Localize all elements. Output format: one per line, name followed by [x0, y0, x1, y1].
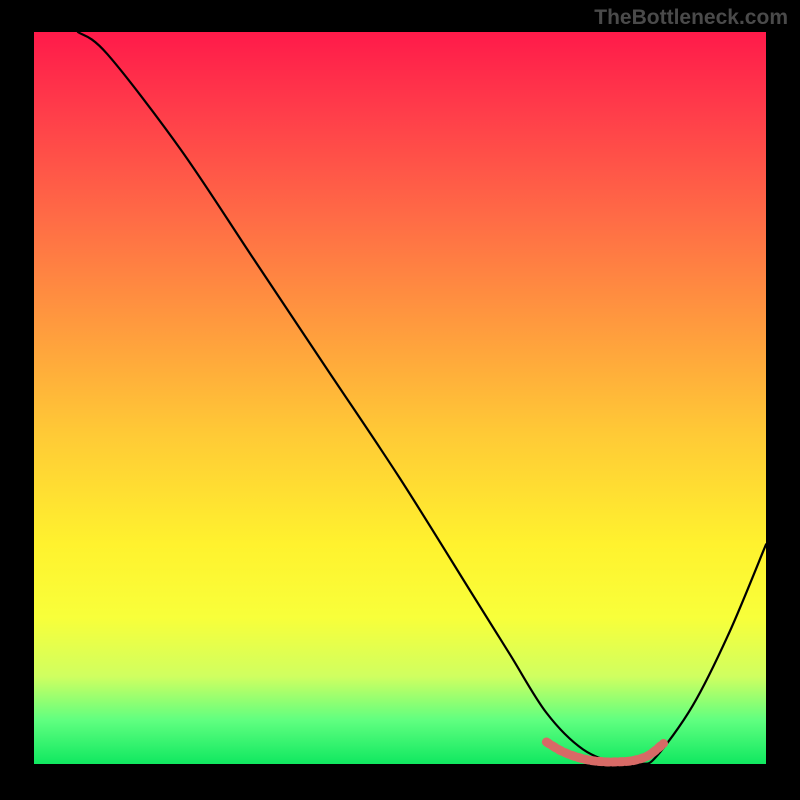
optimal-band-path	[546, 742, 663, 762]
chart-plot-area	[34, 32, 766, 764]
chart-svg	[34, 32, 766, 764]
watermark-text: TheBottleneck.com	[594, 6, 788, 30]
bottleneck-curve-path	[78, 32, 766, 765]
